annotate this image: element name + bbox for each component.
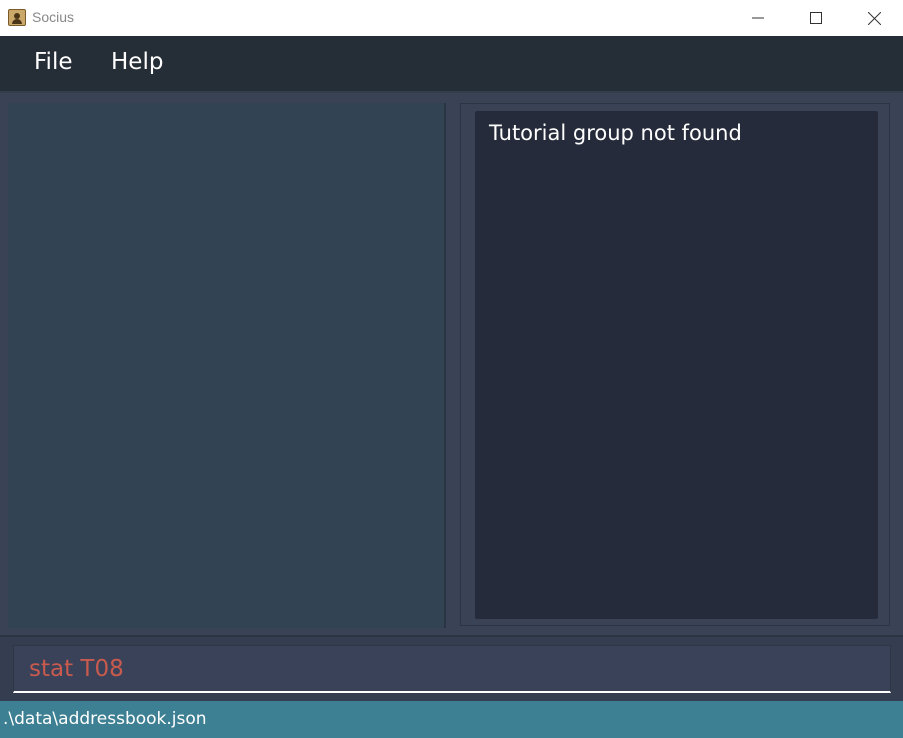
menu-help[interactable]: Help [111,49,163,75]
person-list-panel[interactable] [8,103,444,628]
command-box [13,645,891,693]
close-icon [867,11,881,25]
window-title: Socius [32,9,75,25]
menu-bar: File Help [0,36,903,93]
maximize-button[interactable] [787,0,845,36]
save-location: .\data\addressbook.json [3,709,207,729]
close-button[interactable] [845,0,903,36]
minimize-button[interactable] [729,0,787,36]
split-pane-divider[interactable] [444,103,446,628]
result-display-frame: Tutorial group not found [460,103,890,626]
command-area [0,635,903,701]
app-window: Socius File Help Tutorial group not foun… [0,0,903,738]
title-bar: Socius [0,0,903,36]
maximize-icon [810,12,822,24]
status-bar: .\data\addressbook.json [0,701,903,738]
minimize-icon [752,17,764,19]
result-message: Tutorial group not found [489,121,742,145]
menu-file[interactable]: File [34,49,73,75]
address-book-icon [8,9,26,26]
result-display[interactable]: Tutorial group not found [475,111,878,619]
main-area: Tutorial group not found [0,95,903,635]
command-input[interactable] [14,646,890,691]
